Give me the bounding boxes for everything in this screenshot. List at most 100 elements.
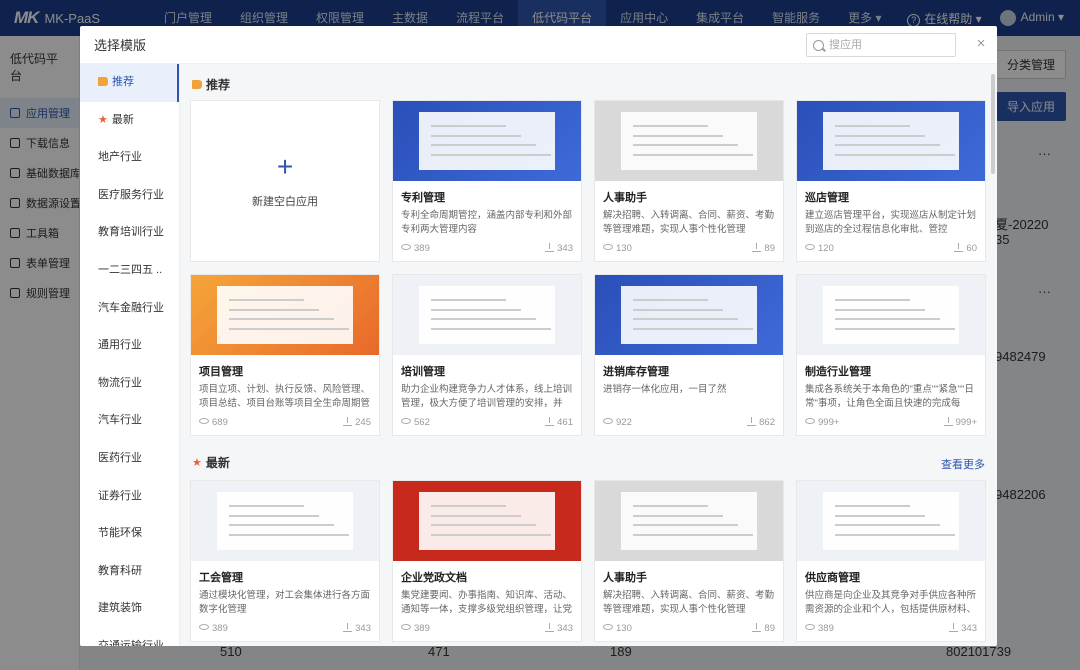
download-count-value: 245	[355, 417, 371, 428]
download-icon	[343, 417, 353, 426]
category-item[interactable]: 物流行业	[80, 365, 179, 403]
view-count: 562	[401, 417, 430, 428]
template-thumbnail	[595, 101, 783, 181]
download-count-value: 343	[557, 243, 573, 254]
category-item[interactable]: 医药行业	[80, 440, 179, 478]
category-item[interactable]: 推荐	[80, 64, 179, 102]
thumbs-up-icon	[98, 77, 108, 86]
card-title: 工会管理	[199, 572, 243, 584]
category-label: 教育科研	[98, 564, 142, 577]
template-thumbnail	[797, 481, 985, 561]
template-card[interactable]: 项目管理 项目立项、计划、执行反馈、风险管理、项目总结、项目台账等项目全生命周期管…	[190, 274, 380, 436]
template-thumbnail	[191, 481, 379, 561]
card-title: 进销库存管理	[603, 366, 669, 378]
category-label: 医药行业	[98, 451, 142, 464]
close-icon[interactable]: ×	[974, 36, 988, 51]
download-icon	[545, 243, 555, 252]
template-card[interactable]: 供应商管理 供应商是向企业及其竞争对手供应各种所需资源的企业和个人，包括提供原材料…	[796, 480, 986, 642]
star-icon: ★	[192, 457, 202, 469]
card-description: 集党建要闻、办事指南、知识库、活动、通知等一体，支撑多级党组织管理，让党务...	[401, 590, 573, 615]
download-count-value: 60	[966, 243, 977, 254]
category-item[interactable]: 证券行业	[80, 478, 179, 516]
download-count-value: 89	[764, 243, 775, 254]
category-label: 物流行业	[98, 376, 142, 389]
plus-icon: +	[276, 151, 294, 182]
view-count-value: 562	[414, 417, 430, 428]
template-card[interactable]: 培训管理助力企业构建竞争力人才体系，线上培训管理，极大方便了培训管理的安排，并且…	[392, 274, 582, 436]
template-thumbnail	[595, 481, 783, 561]
download-icon	[949, 623, 959, 632]
eye-icon	[603, 244, 613, 250]
view-count: 999+	[805, 417, 839, 428]
download-count-value: 343	[557, 623, 573, 634]
eye-icon	[603, 624, 613, 630]
card-description: 解决招聘、入转调离、合同、薪资、考勤等管理难题，实现人事个性化管理	[603, 590, 775, 615]
template-content: 推荐 + 新建空白应用 ★ 最新 查看更多 专利管理 专利全命周期管控，涵盖内部专…	[180, 64, 997, 646]
download-icon	[943, 417, 953, 426]
view-count-value: 922	[616, 417, 632, 428]
category-item[interactable]: 医疗服务行业	[80, 177, 179, 215]
category-item[interactable]: ★ 最新	[80, 102, 179, 140]
download-count: 245	[343, 417, 371, 428]
card-description: 供应商是向企业及其竞争对手供应各种所需资源的企业和个人，包括提供原材料、设...	[805, 590, 977, 615]
category-item[interactable]: 地产行业	[80, 139, 179, 177]
category-item[interactable]: 汽车金融行业	[80, 290, 179, 328]
template-modal: 选择模版 × 推荐★最新地产行业医疗服务行业教育培训行业一二三四五 ..汽车金融…	[80, 26, 997, 646]
scrollbar[interactable]	[991, 74, 995, 174]
view-count: 130	[603, 623, 632, 634]
view-count-value: 389	[414, 243, 430, 254]
recommend-title: 推荐	[206, 78, 231, 92]
card-description: 通过模块化管理，对工会集体进行各方面数字化管理	[199, 590, 371, 615]
template-card[interactable]: 人事助手 解决招聘、入转调离、合同、薪资、考勤等管理难题，实现人事个性化管理 130…	[594, 480, 784, 642]
category-item[interactable]: 教育培训行业	[80, 214, 179, 252]
category-label: 一二三四五 ..	[98, 263, 163, 276]
category-item[interactable]: 节能环保	[80, 515, 179, 553]
category-item[interactable]: 建筑装饰	[80, 590, 179, 628]
template-card[interactable]: 制造行业管理 集成各系统关于本角色的"重点""紧急""日常"事项，让角色全面且快速…	[796, 274, 986, 436]
category-label: 教育培训行业	[98, 226, 164, 239]
category-label: 证券行业	[98, 489, 142, 502]
category-label: 交通运输行业	[98, 639, 164, 646]
search-input[interactable]	[829, 39, 949, 51]
template-card[interactable]: 企业党政文档 集党建要闻、办事指南、知识库、活动、通知等一体，支撑多级党组织管理，…	[392, 480, 582, 642]
search-box[interactable]	[806, 33, 956, 57]
category-item[interactable]: 汽车行业	[80, 402, 179, 440]
category-item[interactable]: 教育科研	[80, 553, 179, 591]
view-count-value: 389	[414, 623, 430, 634]
template-card[interactable]: 进销库存管理 进销存一体化应用，一目了然 922 862	[594, 274, 784, 436]
card-title: 人事助手	[603, 192, 647, 204]
category-label: 通用行业	[98, 339, 142, 352]
card-title: 项目管理	[199, 366, 243, 378]
template-card[interactable]: 巡店管理建立巡店管理平台，实现巡店从制定计划到巡店的全过程信息化审批、管控 120…	[796, 100, 986, 262]
search-icon	[813, 39, 824, 51]
card-title: 培训管理	[401, 366, 445, 378]
latest-title: 最新	[205, 456, 230, 470]
download-icon	[343, 623, 353, 632]
download-icon	[752, 243, 762, 252]
category-item[interactable]: 交通运输行业	[80, 628, 179, 646]
category-label: 节能环保	[98, 527, 142, 540]
new-blank-app-card[interactable]: + 新建空白应用	[190, 100, 380, 262]
category-label: 地产行业	[98, 151, 142, 164]
template-thumbnail	[797, 275, 985, 355]
category-item[interactable]: 通用行业	[80, 327, 179, 365]
template-card[interactable]: 专利管理 专利全命周期管控，涵盖内部专利和外部专利两大管理内容 389 343	[392, 100, 582, 262]
template-card[interactable]: 人事助手 解决招聘、入转调离、合同、薪资、考勤等管理难题，实现人事个性化管理 130…	[594, 100, 784, 262]
download-count: 89	[752, 243, 775, 254]
latest-header: ★ 最新	[192, 454, 230, 471]
download-icon	[747, 417, 757, 426]
view-more-link[interactable]: 查看更多	[941, 456, 985, 472]
card-description: 建立巡店管理平台，实现巡店从制定计划到巡店的全过程信息化审批、管控	[805, 210, 977, 235]
view-count-value: 130	[616, 623, 632, 634]
card-title: 巡店管理	[805, 192, 849, 204]
view-count: 130	[603, 243, 632, 254]
eye-icon	[401, 624, 411, 630]
card-description: 专利全命周期管控，涵盖内部专利和外部专利两大管理内容	[401, 210, 573, 235]
download-count: 60	[954, 243, 977, 254]
download-count-value: 862	[759, 417, 775, 428]
eye-icon	[199, 624, 209, 630]
view-count-value: 120	[818, 243, 834, 254]
eye-icon	[805, 624, 815, 630]
category-item[interactable]: 一二三四五 ..	[80, 252, 179, 290]
template-card[interactable]: 工会管理 通过模块化管理，对工会集体进行各方面数字化管理 389 343	[190, 480, 380, 642]
